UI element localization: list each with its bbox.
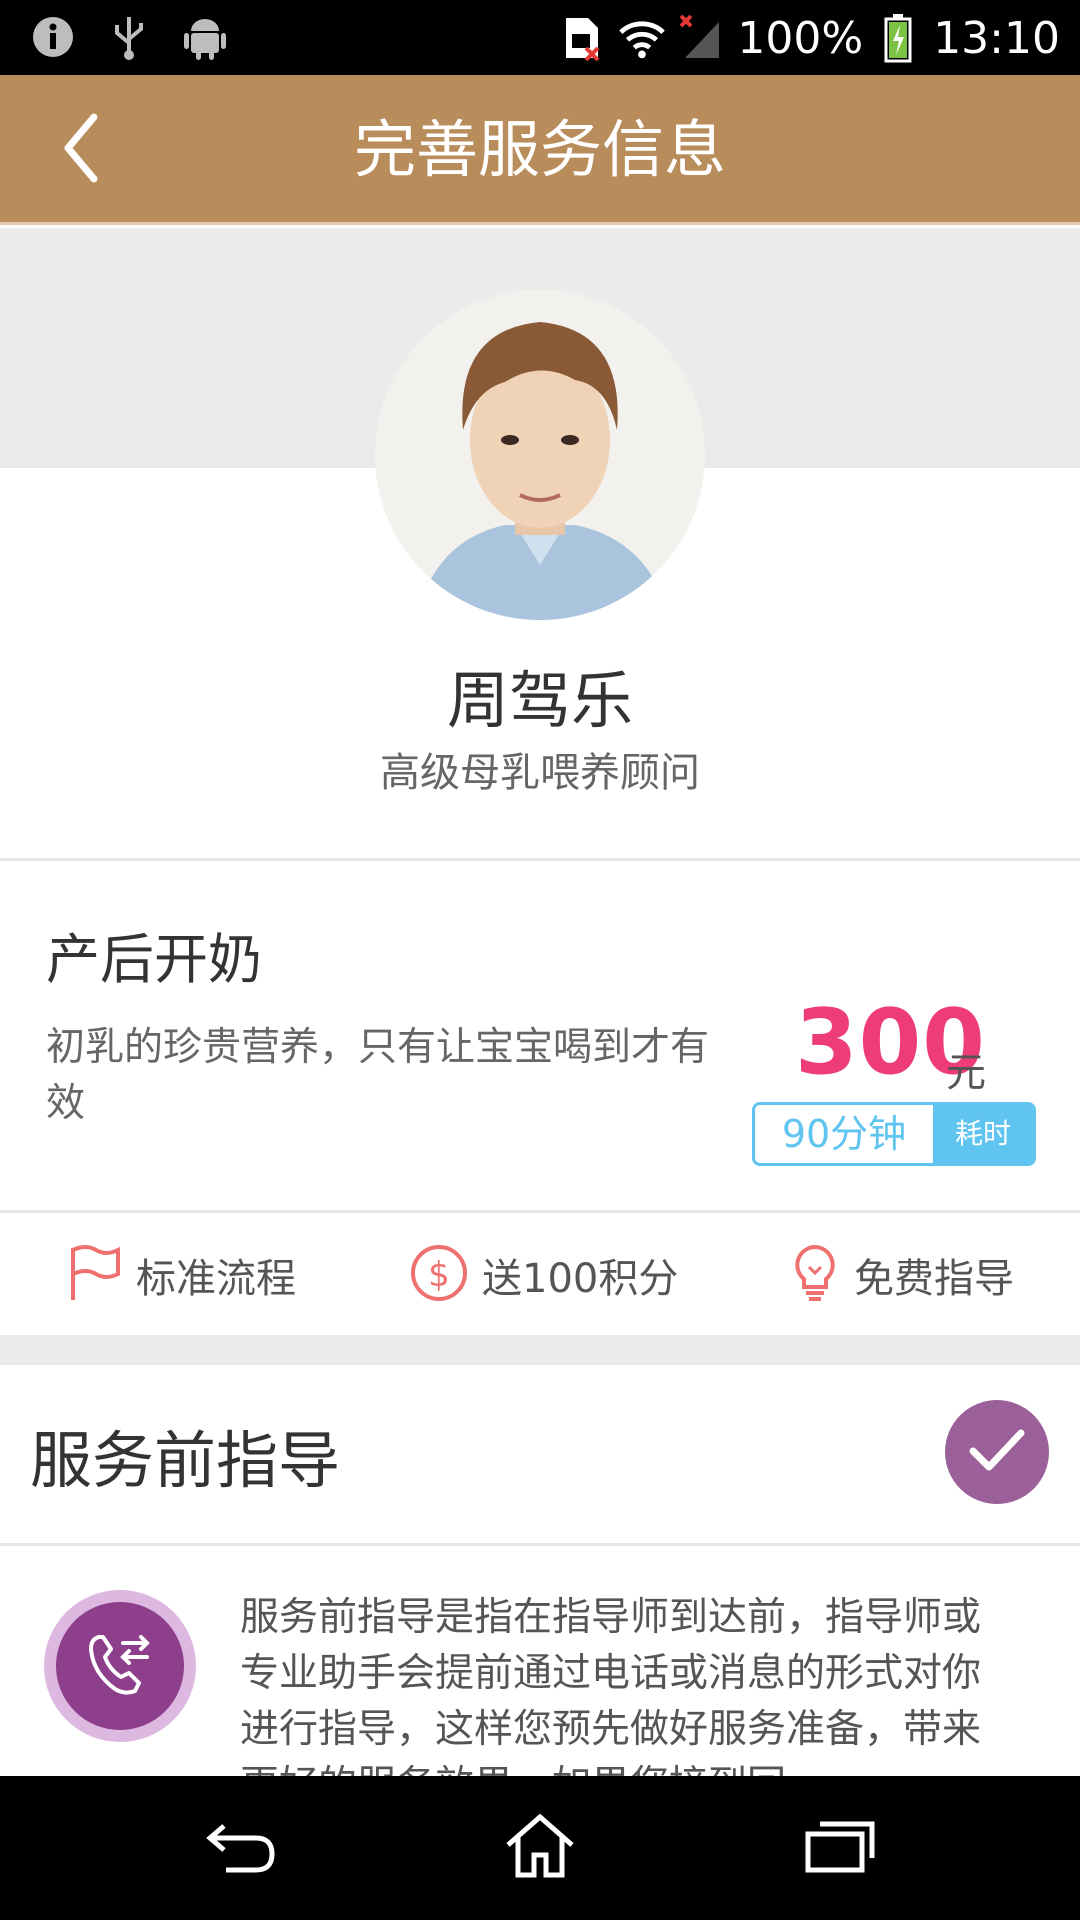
usb-icon [104, 12, 154, 62]
feature-row: 标准流程 $ 送100积分 免费指导 [0, 1215, 1080, 1335]
app-bar: 完善服务信息 [0, 75, 1080, 225]
duration-label: 耗时 [933, 1105, 1033, 1163]
nav-recents-icon [802, 1816, 878, 1880]
flag-icon [68, 1244, 122, 1306]
nav-recents-button[interactable] [800, 1808, 880, 1888]
divider [0, 858, 1080, 861]
system-nav-bar [0, 1776, 1080, 1920]
info-icon [28, 12, 78, 62]
service-description: 初乳的珍贵营养，只有让宝宝喝到才有效 [46, 1025, 710, 1126]
signal-icon [677, 13, 727, 63]
page-title: 完善服务信息 [353, 113, 726, 186]
clock: 13:10 [933, 12, 1060, 64]
feature-label: 标准流程 [136, 1256, 296, 1302]
feature-label: 免费指导 [854, 1256, 1014, 1302]
feature-label: 送100积分 [482, 1256, 679, 1302]
lightbulb-icon [790, 1243, 840, 1307]
battery-charging-icon [873, 13, 923, 63]
feature-bonus-points: $ 送100积分 [410, 1215, 678, 1335]
nav-back-button[interactable] [200, 1808, 280, 1888]
wifi-icon [617, 13, 667, 63]
duration-badge: 90分钟 耗时 [752, 1102, 1036, 1166]
price-unit: 元 [946, 1050, 986, 1096]
check-icon [967, 1425, 1027, 1479]
nav-back-icon [202, 1816, 278, 1880]
phone-guidance-badge [44, 1590, 196, 1742]
nav-home-button[interactable] [500, 1808, 580, 1888]
battery-percent: 100% [737, 12, 864, 64]
avatar [375, 290, 705, 620]
duration-value: 90分钟 [755, 1105, 933, 1163]
status-bar: 100% 13:10 [0, 0, 1080, 75]
guidance-title: 服务前指导 [30, 1424, 341, 1497]
feature-free-guidance: 免费指导 [790, 1215, 1014, 1335]
phone-transfer-icon [85, 1629, 155, 1703]
consultant-role: 高级母乳喂养顾问 [380, 750, 700, 796]
guidance-description: 服务前指导是指在指导师到达前，指导师或专业助手会提前通过电话或消息的形式对你进行… [240, 1595, 982, 1776]
svg-text:$: $ [428, 1255, 450, 1295]
service-name: 产后开奶 [46, 928, 262, 991]
dollar-coin-icon: $ [410, 1244, 468, 1306]
guidance-check-toggle[interactable] [945, 1400, 1049, 1504]
sim-error-icon [557, 13, 607, 63]
consultant-name: 周驾乐 [446, 664, 633, 737]
android-icon [180, 12, 230, 62]
nav-home-icon [502, 1811, 578, 1885]
divider [0, 1210, 1080, 1213]
divider [0, 1543, 1080, 1546]
feature-standard-process: 标准流程 [68, 1215, 296, 1335]
section-separator [0, 1335, 1080, 1365]
